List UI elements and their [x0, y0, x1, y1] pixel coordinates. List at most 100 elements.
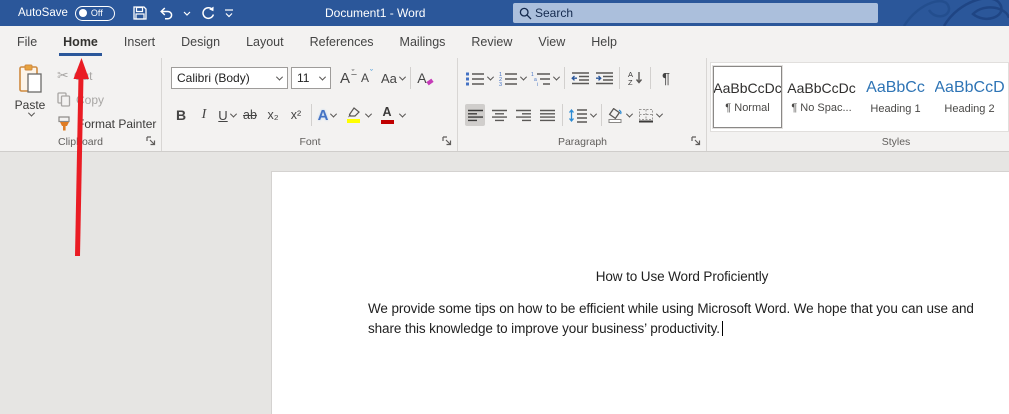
- superscript-button[interactable]: x²: [286, 104, 306, 126]
- font-size-combobox[interactable]: 11: [291, 67, 331, 89]
- bold-button[interactable]: B: [171, 104, 191, 126]
- bullets-icon: [465, 71, 485, 86]
- line-spacing-button[interactable]: [568, 104, 596, 126]
- text-effects-button[interactable]: A: [317, 104, 337, 126]
- borders-button[interactable]: [638, 104, 662, 126]
- document-paragraph: We provide some tips on how to be effici…: [368, 299, 996, 339]
- align-left-button[interactable]: [465, 104, 485, 126]
- tab-mailings[interactable]: Mailings: [387, 26, 459, 58]
- style-heading-1[interactable]: AaBbCc Heading 1: [861, 66, 930, 128]
- text-effects-chevron-icon[interactable]: [330, 110, 337, 117]
- justify-button[interactable]: [537, 104, 557, 126]
- title-bar: AutoSave Off Document1 - Word Search: [0, 0, 1009, 26]
- format-painter-button[interactable]: Format Painter: [57, 113, 156, 134]
- tab-insert[interactable]: Insert: [111, 26, 168, 58]
- italic-button[interactable]: I: [194, 104, 214, 126]
- undo-icon[interactable]: [155, 2, 177, 24]
- redo-icon[interactable]: [197, 2, 219, 24]
- bullets-button[interactable]: [465, 67, 493, 89]
- svg-text:Z: Z: [628, 78, 633, 86]
- tab-view[interactable]: View: [525, 26, 578, 58]
- increase-indent-button[interactable]: [594, 67, 614, 89]
- titlebar-decorative-swirl: [899, 0, 1009, 26]
- cut-button[interactable]: ✂ Cut: [57, 65, 156, 86]
- style-normal[interactable]: AaBbCcDc ¶ Normal: [713, 66, 782, 128]
- tab-layout[interactable]: Layout: [233, 26, 297, 58]
- shrink-font-caret: ˇ: [370, 68, 373, 78]
- document-title: Document1 - Word: [325, 0, 425, 26]
- underline-chevron-icon[interactable]: [230, 110, 237, 117]
- clipboard-buttons: ✂ Cut Copy Format Painter: [57, 65, 156, 134]
- borders-chevron-icon[interactable]: [656, 110, 663, 117]
- highlight-chevron-icon[interactable]: [365, 110, 372, 117]
- subscript-button[interactable]: x₂: [263, 104, 283, 126]
- font-name-combobox[interactable]: Calibri (Body): [171, 67, 288, 89]
- divider: [311, 104, 312, 126]
- strikethrough-button[interactable]: ab: [240, 104, 260, 126]
- document-heading: How to Use Word Proficiently: [368, 269, 996, 284]
- shading-button[interactable]: [607, 104, 632, 126]
- font-color-button[interactable]: A: [377, 104, 397, 126]
- tab-review[interactable]: Review: [458, 26, 525, 58]
- autosave-control: AutoSave Off: [18, 6, 115, 21]
- customize-quick-access-toolbar-icon[interactable]: [223, 2, 235, 24]
- bullets-chevron-icon[interactable]: [487, 73, 494, 80]
- document-page[interactable]: How to Use Word Proficiently We provide …: [271, 171, 1009, 414]
- copy-button[interactable]: Copy: [57, 89, 156, 110]
- style-heading-2[interactable]: AaBbCcD Heading 2: [935, 66, 1004, 128]
- tab-design[interactable]: Design: [168, 26, 233, 58]
- tab-references[interactable]: References: [297, 26, 387, 58]
- tab-help[interactable]: Help: [578, 26, 630, 58]
- numbering-chevron-icon[interactable]: [520, 73, 527, 80]
- font-color-bar: [381, 120, 394, 124]
- styles-group: AaBbCcDc ¶ Normal AaBbCcDc ¶ No Spac... …: [708, 58, 1009, 151]
- autosave-toggle-state: Off: [91, 8, 103, 18]
- save-icon[interactable]: [129, 2, 151, 24]
- search-input[interactable]: Search: [513, 3, 878, 23]
- font-group: Calibri (Body) 11 Aˇ̶ Aˇ Aa A B I U: [163, 58, 458, 151]
- grow-font-button[interactable]: Aˇ̶: [337, 67, 357, 89]
- align-center-button[interactable]: [489, 104, 509, 126]
- text-highlight-button[interactable]: [343, 104, 363, 126]
- undo-dropdown-chevron-icon[interactable]: [181, 2, 193, 24]
- highlighter-icon: [346, 107, 360, 118]
- shading-chevron-icon[interactable]: [626, 110, 633, 117]
- divider: [601, 104, 602, 126]
- style-no-spacing[interactable]: AaBbCcDc ¶ No Spac...: [787, 66, 856, 128]
- ribbon-tab-bar: File Home Insert Design Layout Reference…: [0, 26, 1009, 58]
- decrease-indent-button[interactable]: [570, 67, 590, 89]
- svg-text:i: i: [537, 82, 538, 86]
- shrink-font-button[interactable]: Aˇ: [357, 67, 377, 89]
- font-dialog-launcher-icon[interactable]: [441, 135, 453, 147]
- numbering-button[interactable]: 123: [498, 67, 526, 89]
- line-spacing-chevron-icon[interactable]: [590, 110, 597, 117]
- font-color-chevron-icon[interactable]: [399, 110, 406, 117]
- cut-label: Cut: [74, 69, 93, 83]
- divider: [410, 67, 411, 89]
- sort-button[interactable]: AZ: [625, 67, 645, 89]
- align-right-button[interactable]: [513, 104, 533, 126]
- divider: [650, 67, 651, 89]
- grow-font-caret: ˇ̶: [351, 68, 354, 78]
- change-case-button[interactable]: Aa: [381, 67, 405, 89]
- copy-label: Copy: [76, 93, 104, 107]
- paste-button[interactable]: Paste: [7, 64, 53, 136]
- clipboard-dialog-launcher-icon[interactable]: [145, 135, 157, 147]
- multilevel-list-icon: 1ai: [531, 71, 551, 86]
- font-size-value: 11: [297, 71, 309, 85]
- underline-button[interactable]: U: [217, 104, 237, 126]
- divider: [619, 67, 620, 89]
- multilevel-list-chevron-icon[interactable]: [553, 73, 560, 80]
- tab-home[interactable]: Home: [50, 26, 111, 58]
- show-formatting-marks-button[interactable]: ¶: [656, 67, 676, 89]
- multilevel-list-button[interactable]: 1ai: [531, 67, 559, 89]
- tab-file[interactable]: File: [4, 26, 50, 58]
- paragraph-dialog-launcher-icon[interactable]: [690, 135, 702, 147]
- paste-icon: [17, 64, 43, 94]
- clear-formatting-button[interactable]: A: [416, 67, 436, 89]
- font-name-value: Calibri (Body): [177, 71, 250, 85]
- borders-icon: [638, 108, 654, 123]
- align-center-icon: [491, 109, 508, 122]
- autosave-toggle[interactable]: Off: [75, 6, 115, 21]
- paragraph-line: We provide some tips on how to be effici…: [368, 299, 996, 319]
